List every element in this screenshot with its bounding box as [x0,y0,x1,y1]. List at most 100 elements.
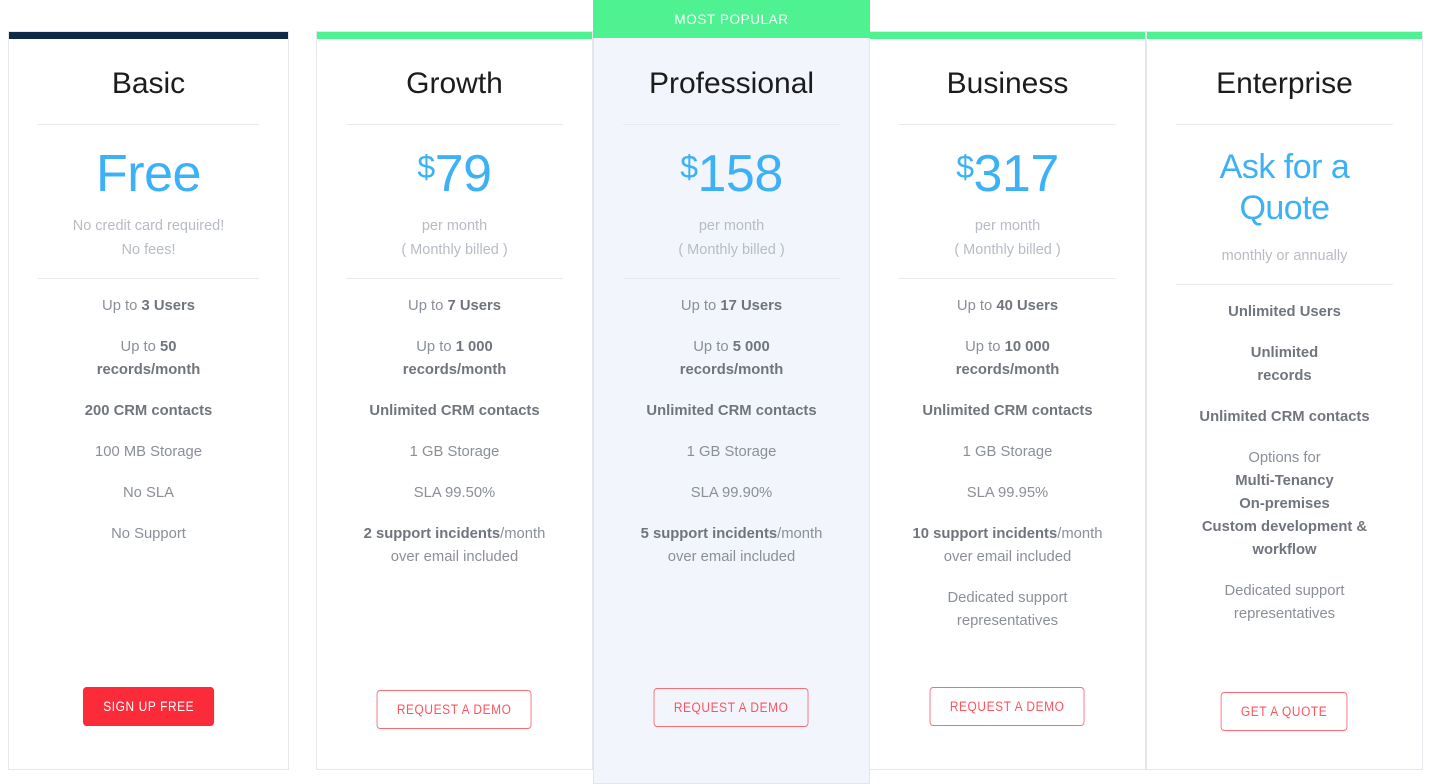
divider [38,124,259,125]
feature-item: 2 support incidents/month over email incl… [363,525,546,565]
feature-list-professional: Up to 17 Users Up to 5 000 records/month … [594,295,869,688]
cta-container: REQUEST A DEMO [870,687,1145,726]
divider [1175,284,1394,286]
price-value: Free [96,145,201,203]
price-value: Ask for a Quote [1219,148,1350,228]
divider [345,124,564,125]
plan-name-professional: Professional [648,67,815,100]
price-block-growth: $79 per month ( Monthly billed ) [317,147,592,262]
feature-item: 1 GB Storage [962,444,1053,460]
feature-item: Unlimited Users [1228,304,1341,321]
feature-item: Up to 40 Users [956,298,1059,315]
price-enterprise: Ask for a Quote [1147,147,1422,230]
feature-item: Unlimited CRM contacts [922,403,1093,420]
feature-list-enterprise: Unlimited Users Unlimited records Unlimit… [1147,301,1422,692]
accent-bar-basic [9,32,288,39]
feature-item: Unlimited records [1250,345,1319,385]
price-block-professional: $158 per month ( Monthly billed ) [594,147,869,262]
get-quote-button[interactable]: GET A QUOTE [1221,692,1348,731]
cta-container: GET A QUOTE [1147,692,1422,731]
price-block-basic: Free No credit card required! No fees! [9,147,288,262]
feature-item: Unlimited CRM contacts [369,403,540,420]
price-block-enterprise: Ask for a Quote monthly or annually [1147,147,1422,268]
feature-item: SLA 99.95% [966,484,1049,501]
price-basic: Free [9,147,288,202]
cta-container: REQUEST A DEMO [594,688,869,727]
feature-item: SLA 99.90% [690,484,773,501]
most-popular-badge: MOST POPULAR [593,0,870,38]
feature-item: Up to 5 000 records/month [679,339,784,379]
currency-symbol: $ [680,149,698,185]
price-value: 79 [434,145,492,203]
price-note-business: per month ( Monthly billed ) [870,214,1145,263]
feature-item: 1 GB Storage [686,444,777,460]
divider [898,278,1117,280]
feature-item: 5 support incidents/month over email incl… [640,525,823,565]
price-note-growth: per month ( Monthly billed ) [317,214,592,263]
feature-item: Up to 3 Users [102,298,195,315]
feature-item: Dedicated support representatives [1224,582,1345,622]
plan-name-basic: Basic [111,67,186,100]
feature-item: Dedicated support representatives [947,589,1068,629]
pricing-card-enterprise: Enterprise Ask for a Quote monthly or an… [1146,31,1423,770]
pricing-card-basic: Basic Free No credit card required! No f… [8,31,289,770]
price-value: 317 [973,145,1060,203]
price-note-basic: No credit card required! No fees! [9,214,288,263]
plan-name-business: Business [946,67,1069,100]
request-demo-button[interactable]: REQUEST A DEMO [653,688,810,727]
divider [622,124,841,125]
price-growth: $79 [317,147,592,202]
feature-list-growth: Up to 7 Users Up to 1 000 records/month U… [317,295,592,690]
price-note-line-2: ( Monthly billed ) [678,241,785,258]
divider [622,278,841,280]
price-note-enterprise: monthly or annually [1147,244,1422,268]
feature-list-business: Up to 40 Users Up to 10 000 records/month… [870,295,1145,687]
currency-symbol: $ [956,149,974,185]
accent-bar-business [870,32,1145,39]
feature-item: Up to 17 Users [680,298,783,315]
price-note-line-2: ( Monthly billed ) [401,241,508,258]
feature-item: Unlimited CRM contacts [1199,409,1370,426]
price-note-line-1: per month [421,217,488,234]
accent-bar-growth [317,32,592,39]
cta-container: SIGN UP FREE [9,687,288,726]
price-note-line-1: per month [698,217,765,234]
price-note-professional: per month ( Monthly billed ) [594,214,869,263]
feature-item: Up to 50 records/month [96,339,201,379]
feature-item: No Support [111,525,186,542]
divider [38,278,259,280]
feature-item: Up to 10 000 records/month [955,339,1060,379]
signup-free-button[interactable]: SIGN UP FREE [82,687,215,726]
pricing-card-growth: Growth $79 per month ( Monthly billed ) … [316,31,593,770]
currency-symbol: $ [417,149,435,185]
price-note-line-1: monthly or annually [1221,247,1348,264]
cta-container: REQUEST A DEMO [317,690,592,729]
feature-item: 10 support incidents/month over email inc… [912,525,1103,565]
feature-item: No SLA [123,484,174,501]
price-value: 158 [697,145,784,203]
feature-item: Unlimited CRM contacts [646,403,817,420]
feature-item: 1 GB Storage [409,444,500,460]
divider [345,278,564,280]
price-note-line-2: No fees! [121,241,176,258]
price-note-line-1: No credit card required! [72,217,225,234]
price-note-line-1: per month [974,217,1041,234]
feature-item: 200 CRM contacts [84,403,213,420]
request-demo-button[interactable]: REQUEST A DEMO [376,690,533,729]
divider [898,124,1117,125]
divider [1175,124,1394,125]
request-demo-button[interactable]: REQUEST A DEMO [929,687,1086,726]
plan-name-enterprise: Enterprise [1216,67,1353,100]
pricing-table: MOST POPULAR Basic Free No credit card r… [0,0,1431,784]
accent-bar-enterprise [1147,32,1422,39]
price-note-line-2: ( Monthly billed ) [954,241,1061,258]
feature-item: 100 MB Storage [95,444,202,460]
feature-list-basic: Up to 3 Users Up to 50 records/month 200 … [9,295,288,687]
feature-item: Up to 1 000 records/month [402,339,507,379]
feature-item: SLA 99.50% [413,484,496,501]
feature-item: Options for Multi-Tenancy On-premises Custo… [1201,449,1368,558]
pricing-card-professional: Professional $158 per month ( Monthly bi… [593,0,870,784]
price-professional: $158 [594,147,869,202]
plan-name-growth: Growth [406,67,503,100]
price-block-business: $317 per month ( Monthly billed ) [870,147,1145,262]
